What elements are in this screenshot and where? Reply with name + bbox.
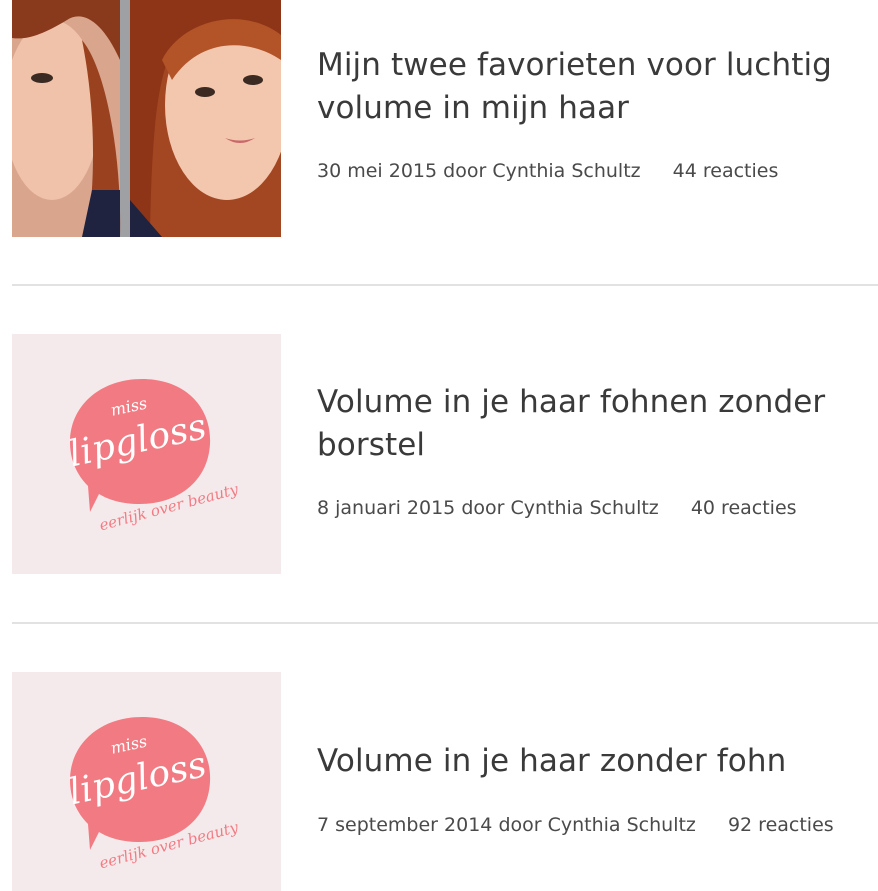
post-comments-link[interactable]: 40 reacties [691,497,797,519]
post-comments-link[interactable]: 44 reacties [673,160,779,182]
post-meta: 30 mei 2015 door Cynthia Schultz 44 reac… [317,160,778,182]
post-thumbnail-logo[interactable]: miss lipgloss eerlijk over beauty [12,672,281,891]
post-item: miss lipgloss eerlijk over beauty Volume… [12,334,878,574]
post-by-label: door [498,814,542,836]
post-date: 7 september 2014 [317,814,493,836]
post-thumbnail-logo[interactable]: miss lipgloss eerlijk over beauty [12,334,281,574]
divider [12,622,878,624]
post-meta: 7 september 2014 door Cynthia Schultz 92… [317,814,834,836]
post-comments-link[interactable]: 92 reacties [728,814,834,836]
post-by-label: door [461,497,505,519]
post-author-link[interactable]: Cynthia Schultz [510,497,658,519]
post-title[interactable]: Volume in je haar zonder fohn [317,740,857,783]
post-title[interactable]: Mijn twee favorieten voor luchtig volume… [317,44,857,130]
post-item: Mijn twee favorieten voor luchtig volume… [12,0,878,237]
post-title[interactable]: Volume in je haar fohnen zonder borstel [317,381,857,467]
post-by-label: door [443,160,487,182]
post-date: 30 mei 2015 [317,160,438,182]
post-thumbnail-photo[interactable] [12,0,281,237]
divider [12,284,878,286]
post-meta: 8 januari 2015 door Cynthia Schultz 40 r… [317,497,797,519]
post-author-link[interactable]: Cynthia Schultz [548,814,696,836]
post-date: 8 januari 2015 [317,497,456,519]
post-item: miss lipgloss eerlijk over beauty Volume… [12,672,878,891]
post-author-link[interactable]: Cynthia Schultz [492,160,640,182]
post-list: Mijn twee favorieten voor luchtig volume… [0,0,878,891]
